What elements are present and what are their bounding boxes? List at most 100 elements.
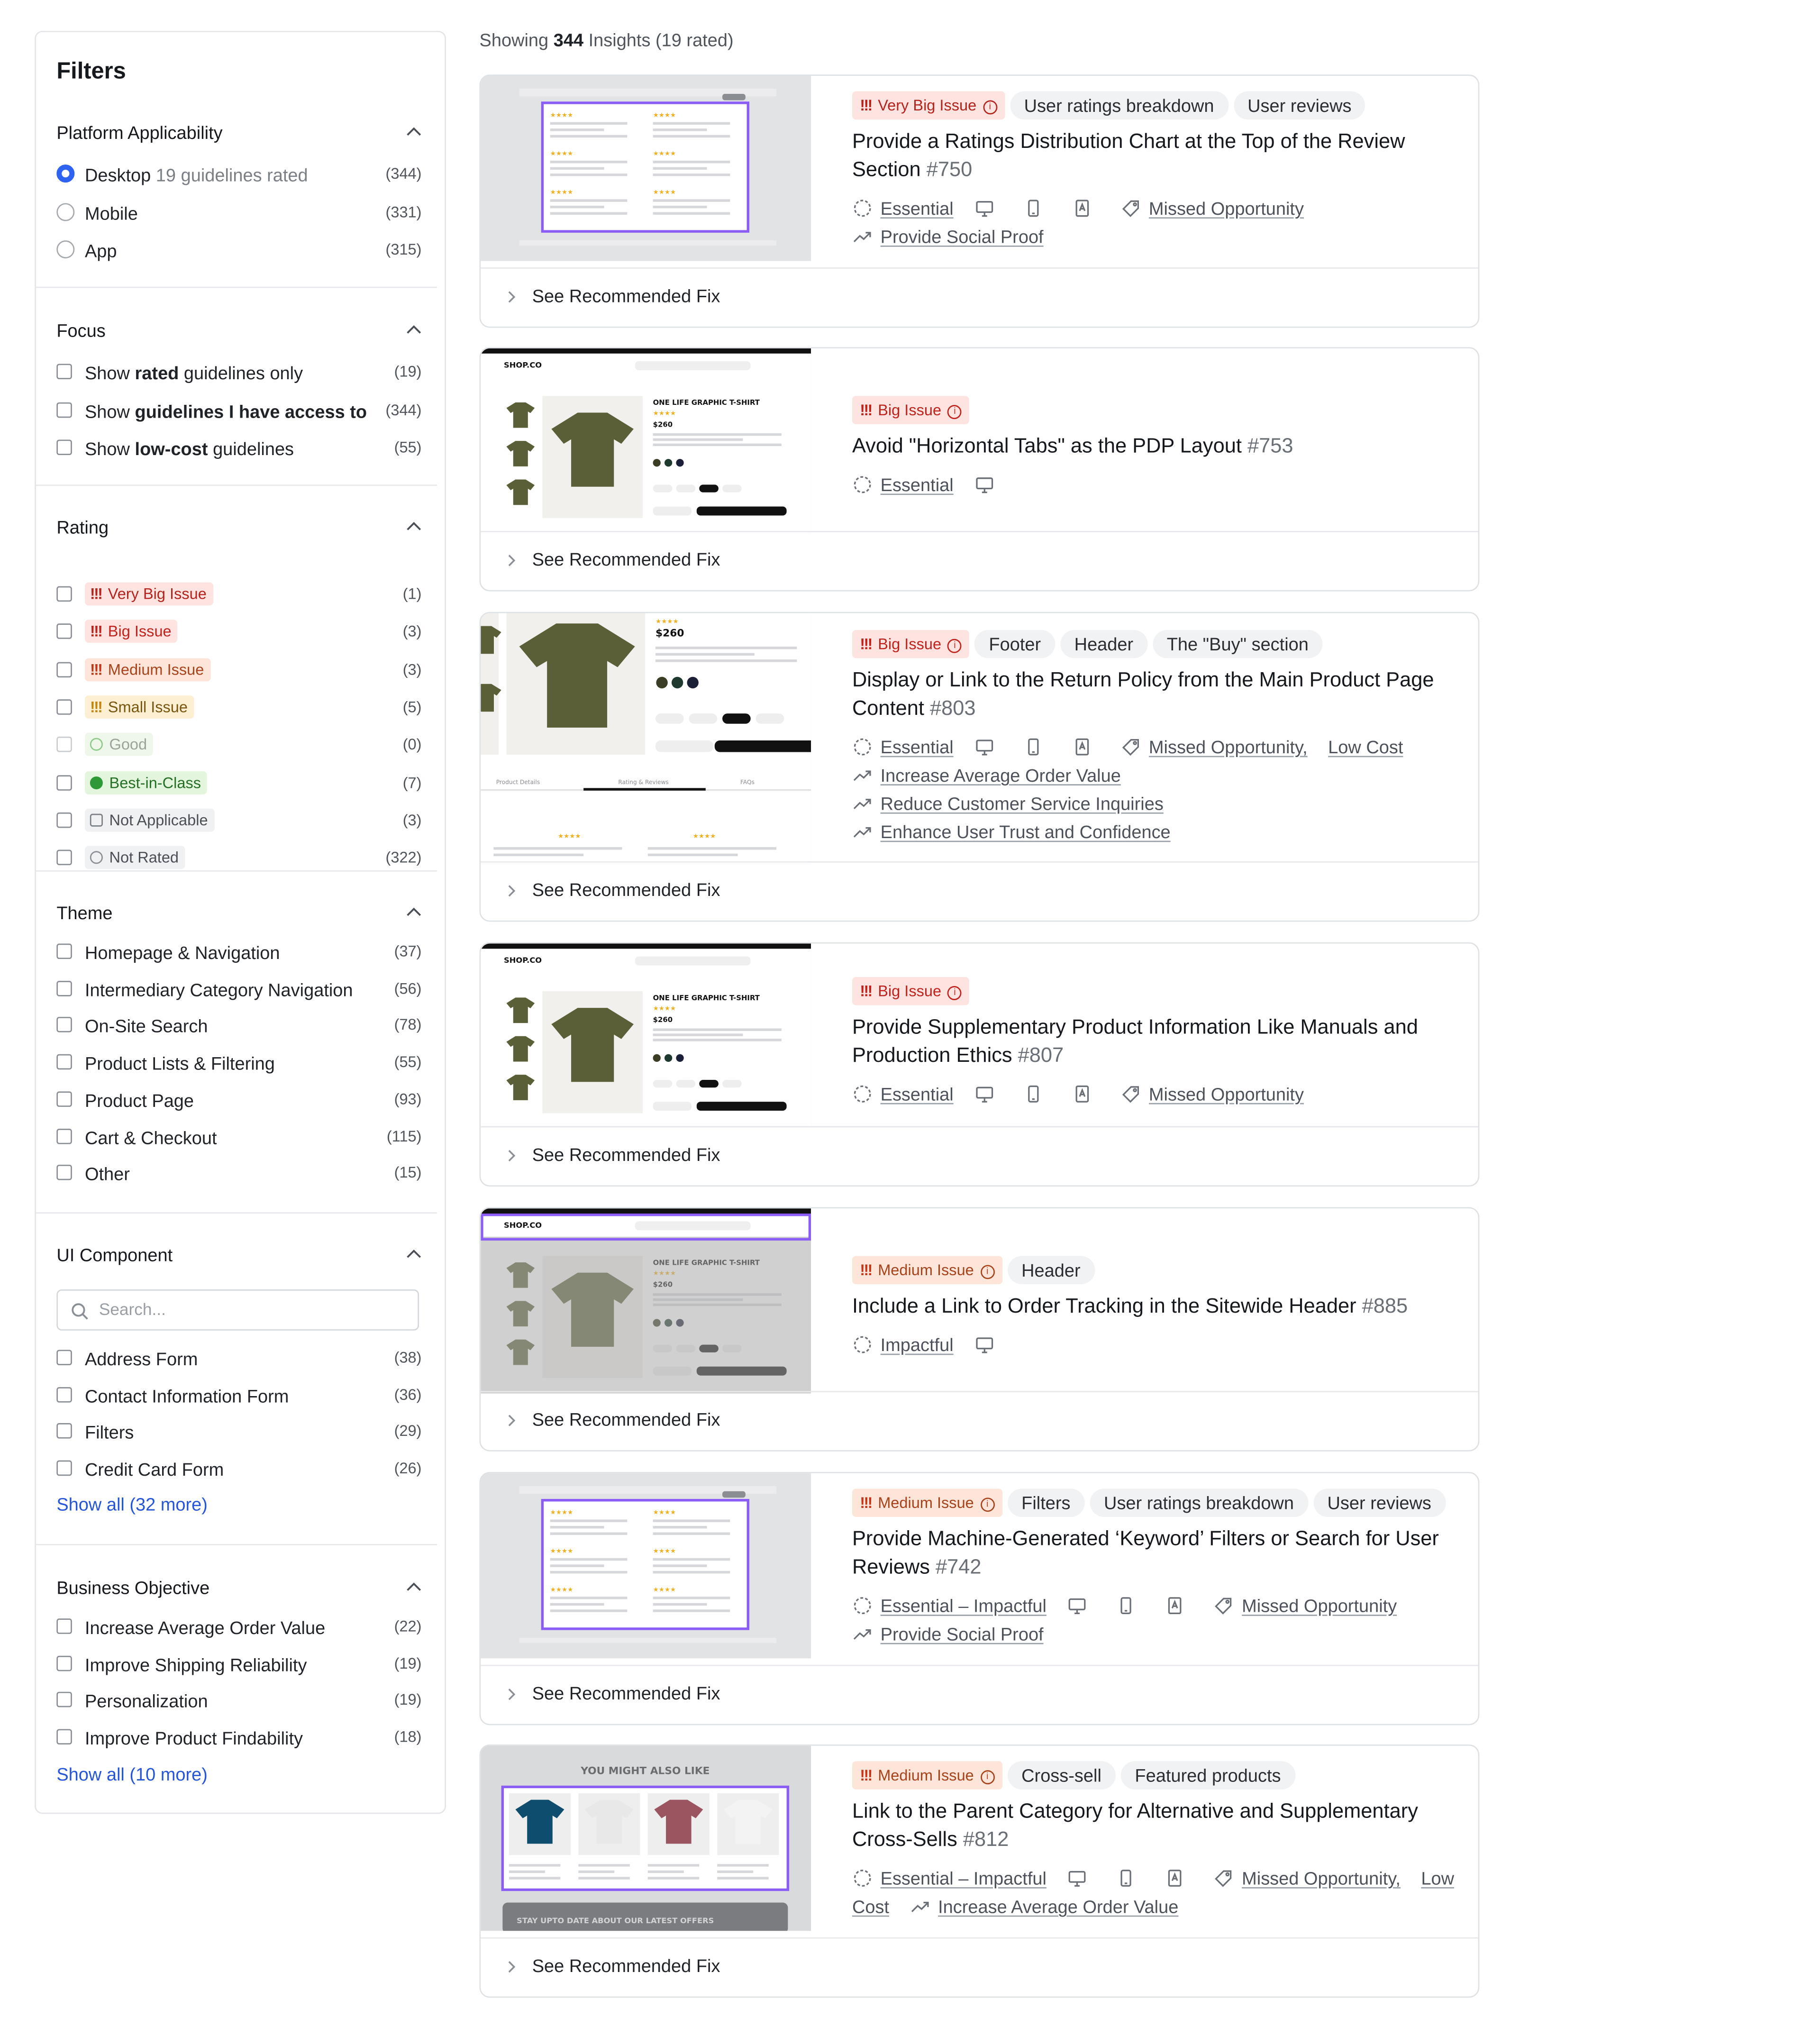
checkbox[interactable] [56, 1618, 72, 1634]
rating-option-not-applicable[interactable]: Not Applicable (3) [56, 807, 421, 835]
recommended-fix-toggle[interactable]: See Recommended Fix [481, 861, 1478, 921]
platform-option-app[interactable]: App (315) [56, 237, 421, 265]
objective-link[interactable]: Enhance User Trust and Confidence [881, 822, 1171, 842]
rating-option-very-big-issue[interactable]: !!! Very Big Issue (1) [56, 581, 421, 610]
checkbox[interactable] [56, 1017, 72, 1033]
thumbnail[interactable]: ★★★★ ★★★★ ★★★★ ★★★★ ★★★★ ★★★★ [481, 1473, 811, 1659]
theme-option-product-page[interactable]: Product Page (93) [56, 1086, 421, 1114]
tag-filters[interactable]: Filters [1007, 1488, 1085, 1517]
insight-title[interactable]: Display or Link to the Return Policy fro… [852, 667, 1455, 723]
thumbnail[interactable]: YOU MIGHT ALSO LIKE STAY UPTO DATE ABOUT … [481, 1745, 811, 1931]
radio-button[interactable] [56, 164, 75, 183]
insight-title[interactable]: Provide Machine-Generated ‘Keyword’ Filt… [852, 1526, 1455, 1582]
checkbox[interactable] [56, 1128, 72, 1144]
business-option-improve-product-findability[interactable]: Improve Product Findability (18) [56, 1724, 421, 1753]
thumbnail[interactable]: SHOP.COONE LIFE GRAPHIC T-SHIRT★★★★$260 [481, 348, 811, 534]
ui-component-option-credit-card-form[interactable]: Credit Card Form (26) [56, 1455, 421, 1484]
theme-option-other[interactable]: Other (15) [56, 1160, 421, 1188]
objective-link[interactable]: Increase Average Order Value [881, 765, 1121, 785]
platform-option-desktop[interactable]: Desktop 19 guidelines rated (344) [56, 161, 421, 189]
theme-option-intermediary-category-navigation[interactable]: Intermediary Category Navigation (56) [56, 975, 421, 1004]
show-all-ui-components-link[interactable]: Show all (32 more) [56, 1494, 208, 1514]
priority-link[interactable]: Impactful [881, 1334, 954, 1355]
tag-user-ratings-breakdown[interactable]: User ratings breakdown [1010, 91, 1228, 120]
priority-link[interactable]: Essential [881, 198, 954, 219]
opportunity-link[interactable]: Missed Opportunity [1149, 198, 1304, 219]
tag-cross-sell[interactable]: Cross-sell [1007, 1761, 1116, 1790]
checkbox[interactable] [56, 1350, 72, 1365]
business-option-increase-average-order-value[interactable]: Increase Average Order Value (22) [56, 1613, 421, 1642]
insight-title[interactable]: Provide Supplementary Product Informatio… [852, 1014, 1455, 1071]
checkbox[interactable] [56, 980, 72, 996]
checkbox[interactable] [56, 661, 72, 677]
recommended-fix-toggle[interactable]: See Recommended Fix [481, 530, 1478, 590]
tag-header[interactable]: Header [1060, 630, 1148, 658]
thumbnail[interactable]: SHOP.COONE LIFE GRAPHIC T-SHIRT★★★★$260 [481, 943, 811, 1129]
checkbox[interactable] [56, 849, 72, 866]
show-all-business-objectives-link[interactable]: Show all (10 more) [56, 1764, 208, 1784]
ui-component-option-contact-information-form[interactable]: Contact Information Form (36) [56, 1381, 421, 1410]
rating-option-not-rated[interactable]: Not Rated (322) [56, 845, 421, 873]
focus-option-1[interactable]: Show rated guidelines only (19) [56, 359, 421, 387]
checkbox[interactable] [56, 737, 72, 752]
checkbox[interactable] [56, 1165, 72, 1180]
tag-the-buy-section[interactable]: The "Buy" section [1152, 630, 1323, 658]
checkbox[interactable] [56, 1460, 72, 1476]
rating-badge-big-issue[interactable]: !!! Big Issue i [852, 977, 970, 1005]
checkbox[interactable] [56, 943, 72, 959]
theme-option-cart-checkout[interactable]: Cart & Checkout (115) [56, 1123, 421, 1151]
rating-option-small-issue[interactable]: !!! Small Issue (5) [56, 694, 421, 722]
radio-button[interactable] [56, 202, 75, 221]
ui-component-option-address-form[interactable]: Address Form (38) [56, 1345, 421, 1373]
checkbox[interactable] [56, 1091, 72, 1107]
checkbox[interactable] [56, 1424, 72, 1439]
rating-badge-big-issue[interactable]: !!! Big Issue i [852, 396, 970, 424]
tag-footer[interactable]: Footer [974, 630, 1055, 658]
checkbox[interactable] [56, 364, 72, 379]
recommended-fix-toggle[interactable]: See Recommended Fix [481, 1126, 1478, 1186]
rating-badge-very-big-issue[interactable]: !!! Very Big Issue i [852, 91, 1005, 120]
opportunity-link[interactable]: Missed Opportunity, [1242, 1868, 1401, 1888]
tag-user-reviews[interactable]: User reviews [1313, 1488, 1446, 1517]
business-option-improve-shipping-reliability[interactable]: Improve Shipping Reliability (19) [56, 1650, 421, 1679]
focus-option-2[interactable]: Show guidelines I have access to (344) [56, 397, 421, 425]
rating-option-big-issue[interactable]: !!! Big Issue (3) [56, 619, 421, 647]
recommended-fix-toggle[interactable]: See Recommended Fix [481, 1937, 1478, 1997]
section-ui-component[interactable]: UI Component [56, 1244, 421, 1270]
section-focus[interactable]: Focus [56, 320, 421, 346]
checkbox[interactable] [56, 812, 72, 828]
priority-link[interactable]: Essential – Impactful [881, 1595, 1046, 1616]
insight-title[interactable]: Avoid "Horizontal Tabs" as the PDP Layou… [852, 433, 1455, 462]
business-option-personalization[interactable]: Personalization (19) [56, 1687, 421, 1716]
focus-option-3[interactable]: Show low-cost guidelines (55) [56, 435, 421, 463]
checkbox[interactable] [56, 1655, 72, 1671]
objective-link[interactable]: Provide Social Proof [881, 226, 1044, 247]
recommended-fix-toggle[interactable]: See Recommended Fix [481, 1391, 1478, 1450]
checkbox[interactable] [56, 774, 72, 790]
rating-badge-medium-issue[interactable]: !!! Medium Issue i [852, 1761, 1002, 1790]
priority-link[interactable]: Essential [881, 475, 954, 495]
opportunity-link[interactable]: Low Cost [1328, 737, 1403, 757]
thumbnail[interactable]: SHOP.COONE LIFE GRAPHIC T-SHIRT★★★★$260 [481, 1208, 811, 1394]
recommended-fix-toggle[interactable]: See Recommended Fix [481, 1664, 1478, 1724]
priority-link[interactable]: Essential [881, 737, 954, 757]
objective-link[interactable]: Reduce Customer Service Inquiries [881, 793, 1164, 813]
theme-option-on-site-search[interactable]: On-Site Search (78) [56, 1012, 421, 1041]
thumbnail[interactable]: ★★★★ $260 Product Details Rating & Reviews F… [481, 613, 811, 864]
checkbox[interactable] [56, 1387, 72, 1402]
section-platform-applicability[interactable]: Platform Applicability [56, 122, 421, 148]
radio-button[interactable] [56, 240, 75, 259]
ui-component-search[interactable] [56, 1289, 419, 1331]
checkbox[interactable] [56, 699, 72, 715]
tag-header[interactable]: Header [1007, 1256, 1095, 1285]
insight-title[interactable]: Include a Link to Order Tracking in the … [852, 1293, 1455, 1322]
section-rating[interactable]: Rating [56, 517, 421, 542]
opportunity-link[interactable]: Missed Opportunity [1242, 1595, 1397, 1616]
insight-title[interactable]: Link to the Parent Category for Alternat… [852, 1799, 1455, 1855]
rating-badge-medium-issue[interactable]: !!! Medium Issue i [852, 1256, 1002, 1285]
section-theme[interactable]: Theme [56, 903, 421, 928]
thumbnail[interactable]: ★★★★ ★★★★ ★★★★ ★★★★ ★★★★ ★★★★ [481, 75, 811, 261]
priority-link[interactable]: Essential – Impactful [881, 1868, 1046, 1888]
tag-user-reviews[interactable]: User reviews [1233, 91, 1366, 120]
objective-link[interactable]: Provide Social Proof [881, 1624, 1044, 1644]
